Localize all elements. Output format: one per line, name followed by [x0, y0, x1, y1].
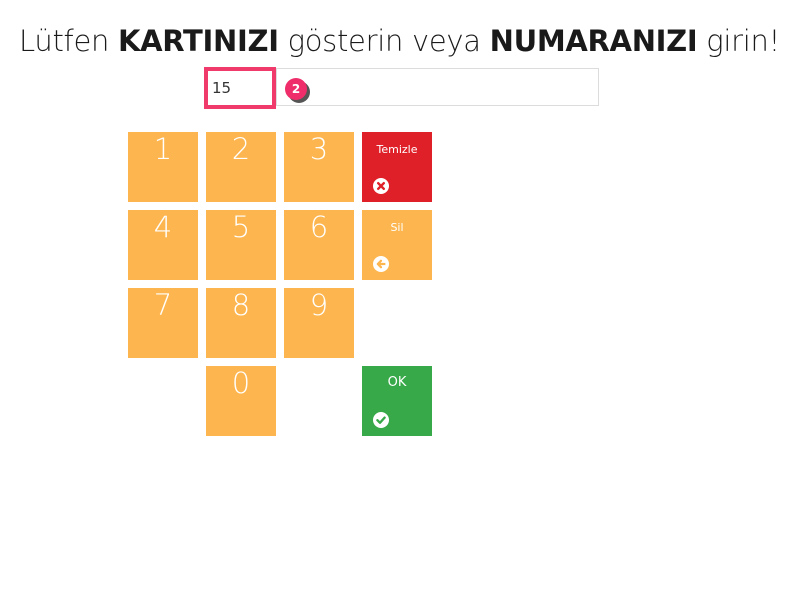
times-circle-icon — [373, 178, 389, 194]
key-6[interactable]: 6 — [284, 210, 354, 280]
key-7[interactable]: 7 — [128, 288, 198, 358]
card-entry-page: Lütfen KARTINIZI gösterin veya NUMARANIZ… — [0, 0, 799, 603]
title-bold-number: NUMARANIZI — [489, 24, 698, 58]
ok-label: OK — [387, 375, 407, 390]
title-part-2: gösterin veya — [278, 24, 490, 58]
title-bold-card: KARTINIZI — [117, 24, 279, 58]
key-8[interactable]: 8 — [206, 288, 276, 358]
title-part-3: girin! — [697, 24, 780, 58]
check-circle-icon — [373, 412, 389, 428]
key-2[interactable]: 2 — [206, 132, 276, 202]
arrow-left-circle-icon — [373, 256, 389, 272]
key-9[interactable]: 9 — [284, 288, 354, 358]
clear-button[interactable]: Temizle — [362, 132, 432, 202]
key-3[interactable]: 3 — [284, 132, 354, 202]
key-4[interactable]: 4 — [128, 210, 198, 280]
key-0[interactable]: 0 — [206, 366, 276, 436]
delete-button[interactable]: Sil — [362, 210, 432, 280]
number-input[interactable] — [204, 67, 276, 109]
page-title: Lütfen KARTINIZI gösterin veya NUMARANIZ… — [0, 24, 799, 58]
ok-button[interactable]: OK — [362, 366, 432, 436]
key-1[interactable]: 1 — [128, 132, 198, 202]
step-badge: 2 — [285, 78, 307, 100]
input-field-container — [276, 68, 599, 106]
delete-label: Sil — [390, 221, 404, 234]
key-5[interactable]: 5 — [206, 210, 276, 280]
clear-label: Temizle — [376, 143, 418, 156]
title-part-1: Lütfen — [19, 24, 118, 58]
